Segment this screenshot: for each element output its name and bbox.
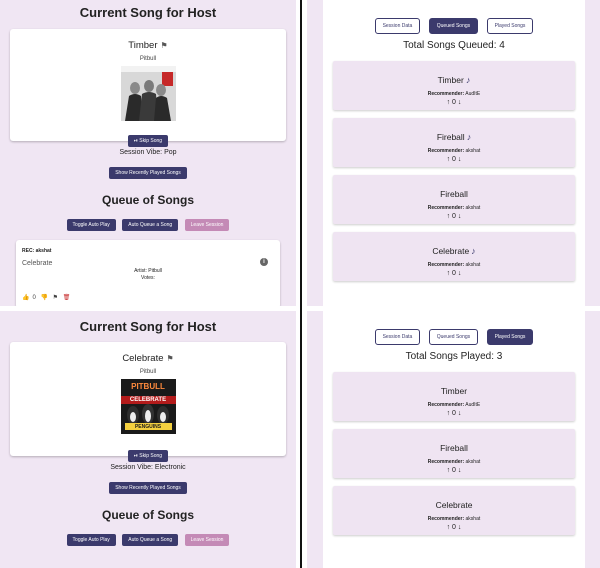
host-title: Current Song for Host [79, 319, 217, 334]
song-name: Fireball [440, 443, 468, 453]
recommender-name: AudItE [465, 91, 481, 97]
thumbs-down-icon[interactable]: 👎 [41, 295, 48, 301]
recommender-label: Recommender: [427, 91, 465, 97]
played-song-card: Fireball Recommender: akshat ↑ 0 ↓ [333, 429, 575, 478]
vote-controls[interactable]: ↑ 0 ↓ [333, 156, 575, 163]
recommender-name: AudItE [465, 402, 481, 408]
song-name: Fireball [440, 189, 468, 199]
current-song-card: Celebrate ⚑ Pitbull PITBULL CELEBRATE PEN… [10, 342, 286, 462]
song-name: Celebrate [122, 353, 164, 364]
tab-played-songs[interactable]: Played Songs [486, 18, 534, 34]
tab-session-data[interactable]: Session Data [374, 329, 421, 345]
song-name: Timber [440, 386, 468, 396]
host-title: Current Song for Host [79, 5, 217, 20]
show-recently-played-button[interactable]: Show Recently Played Songs [109, 167, 187, 179]
auto-queue-button[interactable]: Auto Queue a Song [122, 219, 179, 231]
skip-song-button[interactable]: ⏯ Skip Song [127, 135, 169, 147]
album-art-timber [120, 66, 176, 121]
recommender-label: Recommender: [427, 459, 465, 465]
recommender-label: Recommender: [427, 205, 465, 211]
recommender-name: akshat [465, 262, 481, 268]
recommender-name: akshat [465, 148, 481, 154]
show-recently-played-button[interactable]: Show Recently Played Songs [109, 482, 187, 494]
vote-controls[interactable]: ↑ 0 ↓ [333, 410, 575, 417]
music-note-icon: ♪ [471, 246, 476, 256]
host-view-panel-1: Current Song for Host Timber ⚑ Pitbull ⏯ … [0, 0, 296, 306]
session-vibe: Session Vibe: Electronic [110, 464, 186, 471]
song-artist: Pitbull [139, 369, 157, 375]
queue-item-artist: Artist: Pitbull [134, 268, 162, 274]
queue-item-card: REC: akshat Celebrate i Artist: Pitbull … [16, 240, 280, 306]
album-art-celebrate: PITBULL CELEBRATE PENGUINS [120, 379, 176, 434]
vote-controls[interactable]: ↑ 0 ↓ [333, 524, 575, 531]
vote-controls[interactable]: ↑ 0 ↓ [333, 99, 575, 106]
song-name: Fireball [436, 132, 465, 142]
queued-song-card: Celebrate ♪ Recommender: akshat ↑ 0 ↓ [333, 232, 575, 281]
queue-item-actions: 👍 0 👎 ⚑ 🗑 [22, 294, 73, 301]
queue-title: Queue of Songs [101, 508, 194, 522]
album-art-subtitle: CELEBRATE [129, 397, 167, 403]
session-vibe: Session Vibe: Pop [119, 149, 177, 156]
song-artist: Pitbull [139, 56, 157, 62]
tab-session-data[interactable]: Session Data [374, 18, 421, 34]
song-name: Timber [437, 75, 464, 85]
music-note-icon: ♪ [465, 75, 471, 85]
song-name: Celebrate [435, 500, 473, 510]
thumbs-up-icon[interactable]: 👍 [22, 295, 29, 301]
upvote-count: 0 [32, 295, 36, 301]
flag-icon[interactable]: ⚑ [161, 41, 168, 50]
leave-session-button[interactable]: Leave Session [184, 534, 230, 546]
total-songs-played: Total Songs Played: 3 [405, 351, 503, 362]
vote-controls[interactable]: ↑ 0 ↓ [333, 270, 575, 277]
delete-icon[interactable]: 🗑 [63, 295, 71, 301]
played-song-card: Celebrate Recommender: akshat ↑ 0 ↓ [333, 486, 575, 535]
host-view-panel-2: Current Song for Host Celebrate ⚑ Pitbull… [0, 311, 296, 568]
toggle-auto-play-button[interactable]: Toggle Auto Play [66, 219, 116, 231]
played-song-card: Timber Recommender: AudItE ↑ 0 ↓ [333, 372, 575, 421]
queued-song-card: Fireball Recommender: akshat ↑ 0 ↓ [333, 175, 575, 224]
song-name: Timber [128, 40, 158, 51]
tab-bar: Session Data Queued Songs Played Songs [323, 14, 585, 34]
queue-item-recommender: REC: akshat [22, 248, 52, 254]
album-art-caption: PENGUINS [134, 424, 162, 430]
tab-played-songs[interactable]: Played Songs [486, 329, 534, 345]
queue-title: Queue of Songs [101, 193, 194, 207]
queued-songs-panel: Session Data Queued Songs Played Songs T… [307, 0, 600, 306]
flag-icon[interactable]: ⚑ [53, 295, 58, 301]
played-songs-panel: Session Data Queued Songs Played Songs T… [307, 311, 600, 568]
leave-session-button[interactable]: Leave Session [184, 219, 230, 231]
flag-icon[interactable]: ⚑ [167, 354, 174, 363]
queued-song-card: Timber ♪ Recommender: AudItE ↑ 0 ↓ [333, 61, 575, 110]
recommender-label: Recommender: [427, 402, 465, 408]
tab-queued-songs[interactable]: Queued Songs [428, 329, 479, 345]
tab-queued-songs[interactable]: Queued Songs [428, 18, 479, 34]
queue-item-song: Celebrate [22, 260, 53, 267]
queued-song-card: Fireball ♪ Recommender: akshat ↑ 0 ↓ [333, 118, 575, 167]
total-songs-queued: Total Songs Queued: 4 [403, 40, 505, 51]
vote-controls[interactable]: ↑ 0 ↓ [333, 467, 575, 474]
songs-container: Session Data Queued Songs Played Songs T… [323, 311, 585, 568]
music-note-icon: ♪ [466, 132, 472, 142]
recommender-name: akshat [465, 516, 481, 522]
recommender-name: akshat [465, 459, 481, 465]
songs-container: Session Data Queued Songs Played Songs T… [323, 0, 585, 306]
recommender-label: Recommender: [427, 148, 465, 154]
tab-bar: Session Data Queued Songs Played Songs [323, 325, 585, 345]
queue-item-votes: Votes: [141, 275, 155, 281]
vote-controls[interactable]: ↑ 0 ↓ [333, 213, 575, 220]
skip-song-button[interactable]: ⏯ Skip Song [127, 450, 169, 462]
song-name: Celebrate [432, 246, 470, 256]
auto-queue-button[interactable]: Auto Queue a Song [122, 534, 179, 546]
toggle-auto-play-button[interactable]: Toggle Auto Play [66, 534, 116, 546]
album-art-title: PITBULL [131, 382, 165, 391]
info-icon[interactable]: i [260, 258, 268, 266]
recommender-name: akshat [465, 205, 481, 211]
recommender-label: Recommender: [427, 262, 465, 268]
screenshot-divider [300, 0, 302, 568]
recommender-label: Recommender: [427, 516, 465, 522]
current-song-card: Timber ⚑ Pitbull ⏯ Skip Song [10, 29, 286, 147]
